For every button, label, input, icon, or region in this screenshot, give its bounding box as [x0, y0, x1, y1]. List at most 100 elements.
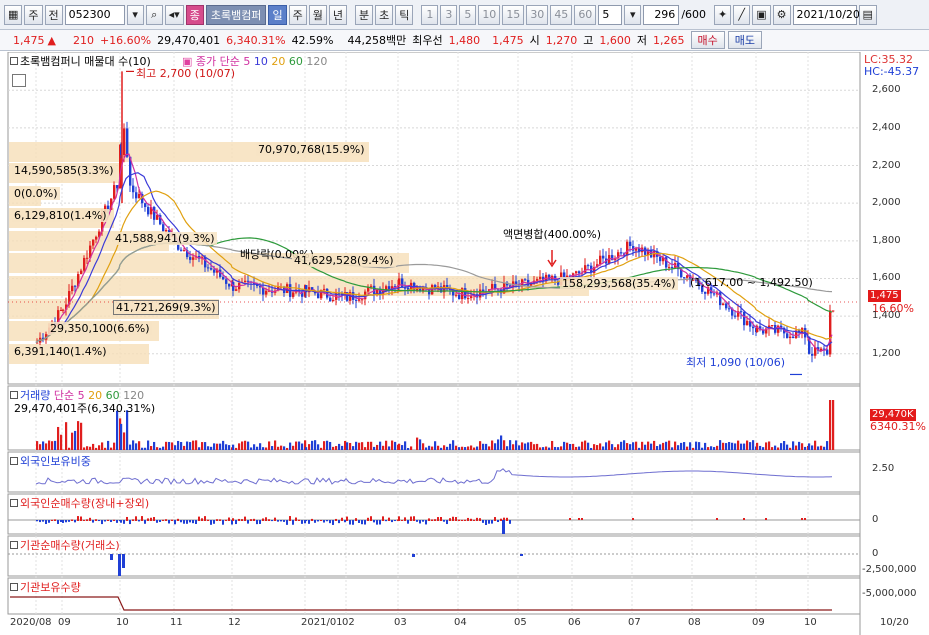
candle-body	[355, 299, 358, 301]
calendar-icon[interactable]: ▤	[858, 4, 877, 25]
candle-body	[575, 271, 578, 274]
interval-15-button[interactable]: 15	[502, 4, 525, 25]
x-tick-label: 11	[170, 617, 183, 628]
foreign-net-bar	[110, 520, 112, 523]
volume-bar	[798, 441, 801, 450]
low-note: 최저 1,090 (10/06)	[686, 356, 786, 369]
draw-tool-icon[interactable]: ╱	[733, 4, 751, 25]
low-price: 1,265	[653, 33, 685, 47]
foreign-net-bar	[425, 520, 427, 525]
stock-chart[interactable]: 초록뱀컴퍼니 매물대 수(10) ▣ 종가 단순 5 10 20 60 120 …	[0, 52, 929, 635]
volume-bar	[689, 442, 692, 450]
trade-volume: 29,470,401	[157, 33, 221, 47]
volume-bar	[461, 446, 464, 450]
inst-hold-title-box: 기관보유수량	[10, 582, 81, 594]
volume-bar	[256, 446, 259, 450]
foreign-net-bar	[204, 516, 206, 521]
interval-count-input[interactable]: 5	[598, 4, 623, 25]
x-tick-label: 10	[804, 617, 817, 628]
volume-bar	[388, 446, 391, 450]
volume-bar	[811, 445, 814, 450]
interval-60-button[interactable]: 60	[574, 4, 597, 25]
interval-30-button[interactable]: 30	[526, 4, 549, 25]
save-icon[interactable]: ▣	[752, 4, 771, 25]
grid-toggle-icon[interactable]	[12, 74, 26, 87]
inst-net-ytick-1: -2,500,000	[862, 564, 917, 575]
period-week-button[interactable]: 주	[288, 4, 307, 25]
period-month-button[interactable]: 월	[308, 4, 327, 25]
period-tick-button[interactable]: 틱	[395, 4, 414, 25]
volume-bar	[262, 447, 265, 450]
volume-bar	[116, 410, 119, 450]
volume-bar	[250, 447, 253, 450]
period-year-button[interactable]: 년	[328, 4, 347, 25]
range-input[interactable]: 296	[643, 4, 680, 25]
volume-bar	[207, 446, 210, 450]
foreign-net-bar	[54, 519, 56, 521]
buy-button[interactable]: 매수	[690, 31, 725, 49]
code-dropdown-icon[interactable]: ▾	[126, 4, 144, 25]
foreign-net-bar	[401, 519, 403, 521]
volume-bar	[829, 400, 832, 450]
sell-button[interactable]: 매도	[727, 31, 762, 49]
chart-panel-icon[interactable]: ▦	[4, 4, 23, 25]
volume-bar	[443, 445, 446, 450]
volume-bar	[48, 440, 51, 450]
period-day-button[interactable]: 일	[268, 4, 287, 25]
foreign-net-bar	[461, 519, 463, 521]
interval-3-button[interactable]: 3	[440, 4, 458, 25]
volume-bar	[244, 440, 247, 450]
foreign-net-bar	[180, 520, 182, 523]
profile-label-2: 14,590,585(3.3%)	[12, 164, 116, 177]
candle-body	[746, 320, 749, 326]
date-input[interactable]: 2021/10/20	[792, 4, 860, 25]
volume-bar	[352, 446, 355, 450]
foreign-net-bar	[341, 517, 343, 521]
period-second-button[interactable]: 초	[375, 4, 394, 25]
interval-45-button[interactable]: 45	[550, 4, 573, 25]
stock-code-input[interactable]: 052300	[64, 4, 125, 25]
period-minute-button[interactable]: 분	[354, 4, 374, 25]
interval-10-button[interactable]: 10	[478, 4, 501, 25]
volume-bar	[410, 446, 413, 450]
prev-stock-button[interactable]: 전	[44, 4, 63, 25]
volume-bar	[431, 446, 434, 450]
volume-value: 29,470,401주(6,340.31%)	[14, 402, 156, 415]
interval-dropdown-icon[interactable]: ▾	[624, 4, 642, 25]
foreign-net-bar	[500, 518, 502, 521]
volume-bar	[554, 446, 557, 450]
interval-1-button[interactable]: 1	[421, 4, 439, 25]
volume-bar	[147, 440, 150, 450]
candle-body	[317, 293, 320, 299]
up-arrow-icon: ▲	[47, 33, 56, 47]
volume-bar	[317, 444, 320, 450]
volume-bar	[533, 444, 536, 450]
foreign-net-bar	[428, 518, 430, 521]
foreign-net-bar	[292, 520, 294, 525]
volume-bar	[611, 444, 614, 450]
profile-label-1: 70,970,768(15.9%)	[256, 143, 367, 156]
volume-bar	[783, 441, 786, 450]
volume-bar	[455, 445, 458, 450]
foreign-net-bar	[355, 518, 357, 521]
speaker-icon[interactable]: ◂▾	[164, 4, 184, 25]
foreign-net-bar	[431, 519, 433, 521]
volume-bar	[792, 441, 795, 450]
x-tick-label: 12	[228, 617, 241, 628]
interval-5-button[interactable]: 5	[459, 4, 477, 25]
chart-toolbar: ▦ 주 전 052300 ▾ ⌕ ◂▾ 종 초록뱀컴퍼 일 주 월 년 분 초 …	[0, 0, 929, 30]
indicator-icon[interactable]: ✦	[714, 4, 732, 25]
high-label: 고	[583, 34, 594, 47]
market-type-button[interactable]: 주	[24, 4, 43, 25]
volume-bar	[419, 439, 422, 450]
gear-icon[interactable]: ⚙	[772, 4, 791, 25]
foreign-net-bar	[581, 518, 583, 520]
search-icon[interactable]: ⌕	[145, 4, 163, 25]
volume-bar	[731, 442, 734, 450]
high-price: 1,600	[599, 33, 631, 47]
volume-bar	[110, 447, 113, 450]
volume-bar	[398, 443, 401, 450]
foreign-net-bar	[126, 516, 128, 521]
volume-bar	[566, 442, 569, 450]
chart-canvas[interactable]	[0, 52, 929, 635]
